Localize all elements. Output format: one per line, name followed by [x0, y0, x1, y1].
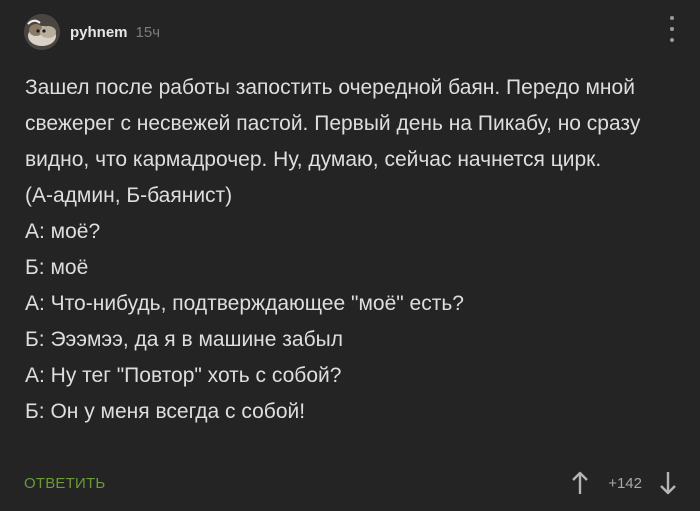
- reply-button[interactable]: ОТВЕТИТЬ: [24, 475, 105, 492]
- comment-paragraph: Зашел после работы запостить очередной б…: [25, 76, 641, 171]
- comment-time: 15ч: [135, 23, 161, 41]
- avatar-image: [24, 14, 60, 50]
- vote-controls: +142: [568, 469, 680, 497]
- comment-footer: ОТВЕТИТЬ +142: [24, 468, 680, 498]
- username[interactable]: pyhnem: [70, 24, 128, 41]
- comment: pyhnem 15ч Зашел после работы запостить …: [0, 0, 700, 511]
- comment-paragraph: А: моё?: [25, 220, 101, 243]
- comment-paragraph: (А-админ, Б-баянист): [25, 184, 233, 207]
- comment-paragraph: Б: моё: [25, 256, 89, 279]
- more-vertical-icon: [670, 16, 674, 20]
- comment-paragraph: А: Ну тег "Повтор" хоть с собой?: [25, 364, 342, 387]
- downvote-button[interactable]: [656, 469, 680, 497]
- arrow-down-icon: [660, 472, 676, 495]
- upvote-button[interactable]: [568, 469, 592, 497]
- comment-paragraph: А: Что-нибудь, подтверждающее "моё" есть…: [25, 292, 464, 315]
- comment-paragraph: Б: Эээмээ, да я в машине забыл: [25, 328, 343, 351]
- comment-header: pyhnem 15ч: [24, 12, 160, 52]
- rating-count: +142: [608, 474, 642, 492]
- avatar[interactable]: [24, 14, 60, 50]
- comment-paragraph: Б: Он у меня всегда с собой!: [25, 400, 306, 423]
- arrow-up-icon: [572, 471, 589, 494]
- more-options-button[interactable]: [666, 16, 678, 42]
- comment-body: Зашел после работы запостить очередной б…: [25, 70, 675, 430]
